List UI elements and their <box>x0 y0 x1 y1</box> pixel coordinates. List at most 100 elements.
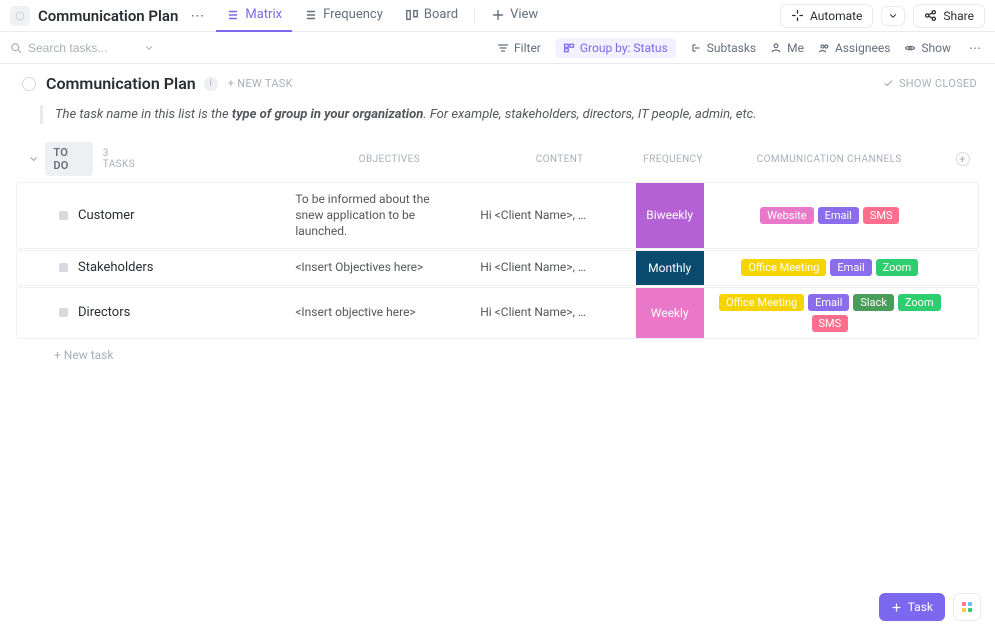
channel-tag: Email <box>808 294 849 311</box>
status-square-icon[interactable] <box>59 263 68 272</box>
task-name-cell[interactable]: Stakeholders <box>17 251 285 285</box>
add-column: + <box>952 152 973 166</box>
channel-tag: Zoom <box>898 294 941 311</box>
task-count: 3 TASKS <box>103 148 142 170</box>
row-end <box>956 288 978 338</box>
group-icon <box>563 42 575 54</box>
status-circle-icon[interactable] <box>22 77 36 91</box>
content-cell[interactable]: Hi <Client Name>, … <box>470 288 636 338</box>
task-name: Stakeholders <box>78 260 153 275</box>
column-header-frequency[interactable]: FREQUENCY <box>640 154 706 165</box>
tab-label: Matrix <box>245 7 282 22</box>
plus-icon <box>491 8 505 22</box>
task-row[interactable]: Customer To be informed about the snew ap… <box>16 182 979 249</box>
assignees-button[interactable]: Assignees <box>818 41 890 55</box>
objectives-cell[interactable]: <Insert Objectives here> <box>285 251 470 285</box>
ellipsis-icon[interactable]: ⋯ <box>184 8 210 24</box>
new-task-link[interactable]: + NEW TASK <box>228 77 293 90</box>
show-button[interactable]: Show <box>904 41 951 55</box>
task-row[interactable]: Directors <Insert objective here>Hi <Clie… <box>16 287 979 339</box>
task-row[interactable]: Stakeholders <Insert Objectives here>Hi <… <box>16 250 979 286</box>
chevron-down-icon[interactable] <box>144 43 154 53</box>
group-header: TO DO 3 TASKS OBJECTIVES CONTENT FREQUEN… <box>0 142 995 182</box>
channels-cell[interactable]: Office MeetingEmailSlackZoomSMS <box>704 288 956 338</box>
add-column-button[interactable]: + <box>956 152 970 166</box>
add-view-button[interactable]: View <box>481 0 548 32</box>
more-icon[interactable]: ⋯ <box>965 39 985 57</box>
channels-cell[interactable]: WebsiteEmailSMS <box>704 183 956 248</box>
me-button[interactable]: Me <box>770 41 804 55</box>
status-square-icon[interactable] <box>59 308 68 317</box>
list-toolbar: Filter Group by: Status Subtasks Me Assi… <box>0 32 995 64</box>
status-chip[interactable]: TO DO <box>45 142 92 176</box>
check-icon <box>883 78 894 89</box>
task-name: Directors <box>78 305 130 320</box>
channel-tag: Slack <box>853 294 894 311</box>
task-name-cell[interactable]: Customer <box>17 183 285 248</box>
top-actions: Automate Share <box>780 4 985 28</box>
tab-board[interactable]: Board <box>395 0 468 32</box>
new-task-row[interactable]: + New task <box>0 340 995 370</box>
task-name-cell[interactable]: Directors <box>17 288 285 338</box>
section-description: The task name in this list is the type o… <box>40 105 973 124</box>
content-cell[interactable]: Hi <Client Name>, … <box>470 251 636 285</box>
automate-dropdown[interactable] <box>881 6 905 26</box>
row-end <box>956 183 978 248</box>
automate-button[interactable]: Automate <box>780 4 873 28</box>
channel-tag: Email <box>818 207 859 224</box>
row-end <box>956 251 978 285</box>
search-input[interactable] <box>28 41 138 55</box>
apps-button[interactable] <box>953 593 981 621</box>
share-icon <box>924 9 937 22</box>
column-header-content[interactable]: CONTENT <box>479 154 640 165</box>
top-bar: Communication Plan ⋯ Matrix Frequency Bo… <box>0 0 995 32</box>
show-closed-button[interactable]: SHOW CLOSED <box>883 77 977 90</box>
objectives-cell[interactable]: <Insert objective here> <box>285 288 470 338</box>
status-square-icon[interactable] <box>59 211 68 220</box>
create-task-button[interactable]: Task <box>879 593 945 621</box>
person-icon <box>770 42 782 54</box>
page-title[interactable]: Communication Plan <box>38 7 178 25</box>
tab-label: Board <box>424 7 458 22</box>
frequency-badge: Biweekly <box>636 183 704 248</box>
column-header-objectives[interactable]: OBJECTIVES <box>299 154 479 165</box>
filter-button[interactable]: Filter <box>497 41 541 55</box>
objectives-cell[interactable]: To be informed about the snew applicatio… <box>285 183 470 248</box>
page-icon[interactable] <box>10 6 30 26</box>
task-name: Customer <box>78 208 135 223</box>
search-wrap <box>10 41 160 55</box>
task-list: Customer To be informed about the snew ap… <box>0 182 995 339</box>
floating-actions: Task <box>879 593 981 621</box>
channel-tag: Zoom <box>876 259 919 276</box>
chevron-down-icon[interactable] <box>28 153 39 165</box>
subtasks-icon <box>690 42 702 54</box>
subtasks-button[interactable]: Subtasks <box>690 41 756 55</box>
search-icon <box>10 42 22 54</box>
content-cell[interactable]: Hi <Client Name>, … <box>470 183 636 248</box>
frequency-cell[interactable]: Biweekly <box>636 183 704 248</box>
view-tabs: Matrix Frequency Board View <box>216 0 548 32</box>
sparkle-icon <box>791 9 804 22</box>
grid-icon <box>962 602 972 612</box>
tab-frequency[interactable]: Frequency <box>294 0 393 32</box>
info-icon[interactable]: i <box>204 77 218 91</box>
people-icon <box>818 42 830 54</box>
chevron-down-icon <box>888 11 898 21</box>
list-icon <box>304 8 318 22</box>
channel-tag: SMS <box>863 207 900 224</box>
plus-icon <box>891 602 902 613</box>
share-button[interactable]: Share <box>913 4 985 28</box>
tab-label: Frequency <box>323 7 383 22</box>
section-title[interactable]: Communication Plan <box>46 74 196 93</box>
filter-icon <box>497 42 509 54</box>
list-icon <box>226 8 240 22</box>
column-header-channels[interactable]: COMMUNICATION CHANNELS <box>706 154 952 165</box>
section-header: Communication Plan i + NEW TASK SHOW CLO… <box>0 64 995 101</box>
divider <box>474 8 475 24</box>
channel-tag: Email <box>830 259 871 276</box>
group-by-button[interactable]: Group by: Status <box>555 38 676 58</box>
tab-matrix[interactable]: Matrix <box>216 0 292 32</box>
channels-cell[interactable]: Office MeetingEmailZoom <box>704 251 956 285</box>
frequency-cell[interactable]: Monthly <box>636 251 704 285</box>
frequency-cell[interactable]: Weekly <box>636 288 704 338</box>
